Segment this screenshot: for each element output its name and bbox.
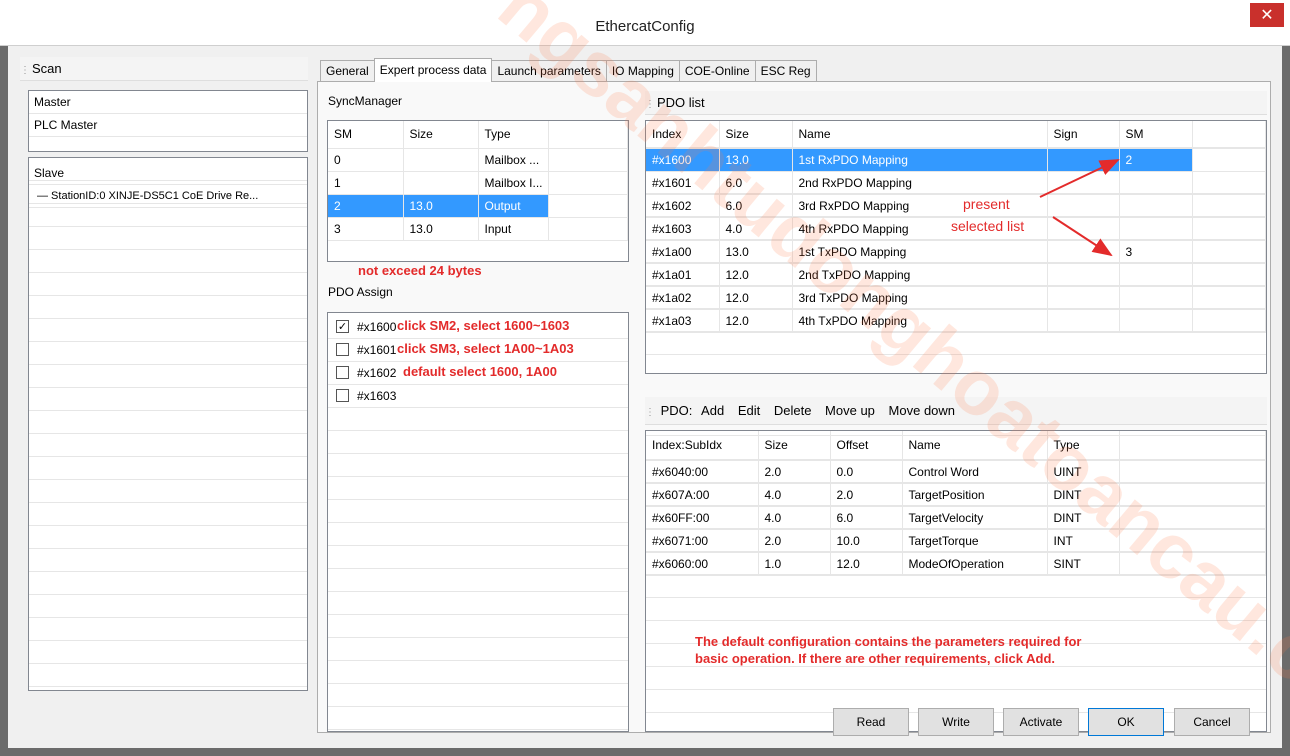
slave-header: Slave <box>29 158 307 185</box>
tab-expert-process-data[interactable]: Expert process data <box>373 58 493 82</box>
dialog-client-area: ⋮ Scan Master PLC Master Slave — StationI… <box>8 46 1282 748</box>
write-button[interactable]: Write <box>918 708 994 736</box>
tab-io-mapping[interactable]: IO Mapping <box>605 60 680 82</box>
expert-process-data-page: SyncManager SM Size Type 0 Mailbox ... 1… <box>317 81 1271 733</box>
grip-icon: ⋮ <box>20 65 30 76</box>
plc-master-item[interactable]: PLC Master <box>29 114 307 137</box>
scan-label: Scan <box>32 61 62 76</box>
annotation-arrows <box>1039 159 1120 257</box>
tab-coe-online[interactable]: COE-Online <box>678 60 756 82</box>
title-bar: EthercatConfig ✕ <box>0 0 1290 46</box>
scan-panel-header: ⋮ Scan <box>20 57 308 81</box>
tab-launch-parameters[interactable]: Launch parameters <box>491 60 607 82</box>
arrow-to-sm2 <box>1039 159 1120 198</box>
read-button[interactable]: Read <box>833 708 909 736</box>
cancel-button[interactable]: Cancel <box>1174 708 1250 736</box>
master-item[interactable]: Master <box>29 91 307 114</box>
ethercat-config-window: EthercatConfig ✕ ⋮ Scan Master PLC Master… <box>0 0 1290 756</box>
arrow-to-sm3 <box>1052 216 1113 257</box>
tab-esc-reg[interactable]: ESC Reg <box>754 60 817 82</box>
master-list: Master PLC Master <box>28 90 308 152</box>
slave-tree: Slave — StationID:0 XINJE-DS5C1 CoE Driv… <box>28 157 308 691</box>
tab-general[interactable]: General <box>320 60 375 82</box>
close-icon[interactable]: ✕ <box>1250 3 1284 27</box>
window-title: EthercatConfig <box>595 18 695 35</box>
ok-button[interactable]: OK <box>1088 708 1164 736</box>
slave-node-station0[interactable]: — StationID:0 XINJE-DS5C1 CoE Drive Re..… <box>29 185 307 208</box>
activate-button[interactable]: Activate <box>1003 708 1079 736</box>
tab-strip: General Expert process data Launch param… <box>320 58 817 82</box>
